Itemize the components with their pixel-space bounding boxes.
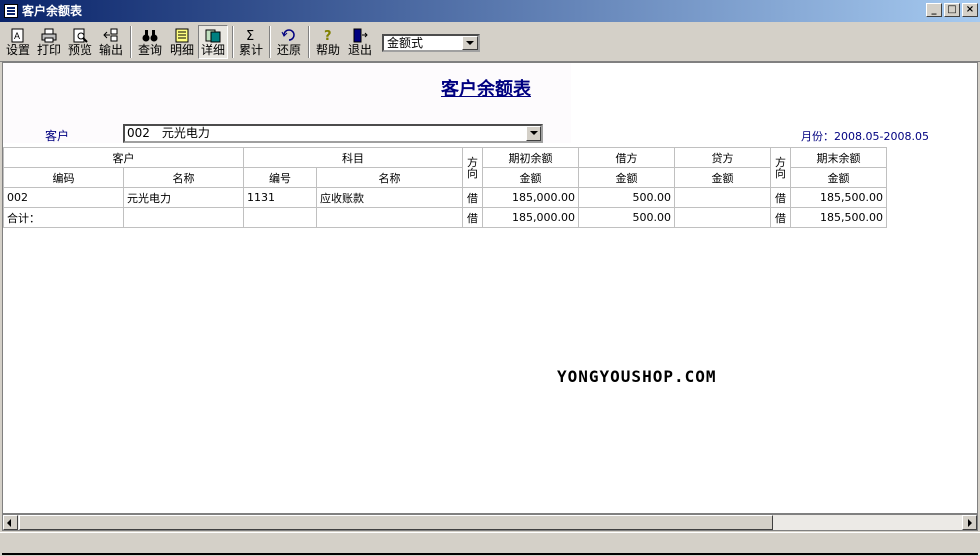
cell-opening: 185,000.00 (482, 187, 579, 208)
preview-icon (72, 28, 88, 43)
header-name: 名称 (123, 167, 244, 188)
header-direction: 方向 (462, 147, 483, 188)
toolbar: A 设置 打印 预览 输出 查询 明细 详细 Σ 累计 还原 ? 帮助 退出 (0, 22, 980, 62)
header-debit-amount: 金额 (578, 167, 675, 188)
cell-subject-name (316, 207, 463, 228)
header-opening: 期初余额 (482, 147, 579, 168)
query-button[interactable]: 查询 (135, 25, 165, 59)
minimize-button[interactable]: _ (926, 3, 942, 17)
cell-debit: 500.00 (578, 187, 675, 208)
table-total-row[interactable]: 合计： 借 185,000.00 500.00 借 185,500.00 (3, 207, 887, 228)
cell-opening: 185,000.00 (482, 207, 579, 228)
close-button[interactable]: × (962, 3, 978, 17)
header-credit-amount: 金额 (674, 167, 771, 188)
cell-direction: 借 (462, 187, 483, 208)
status-bar (0, 532, 980, 556)
svg-text:?: ? (324, 29, 332, 43)
balance-table: 客户 科目 方向 期初余额 借方 贷方 方向 期末余额 编码 名称 编号 名称 … (3, 147, 887, 228)
customer-select-value: 002 元光电力 (127, 126, 210, 140)
header-subject-code: 编号 (243, 167, 317, 188)
exit-button[interactable]: 退出 (345, 25, 375, 59)
header-direction-2: 方向 (770, 147, 791, 188)
maximize-button[interactable]: □ (944, 3, 960, 17)
format-select-value: 金额式 (387, 36, 424, 50)
export-button[interactable]: 输出 (96, 25, 126, 59)
help-button[interactable]: ? 帮助 (313, 25, 343, 59)
window-icon (4, 4, 18, 18)
restore-icon (281, 28, 297, 43)
cumulative-button[interactable]: Σ 累计 (237, 25, 265, 59)
report-title: 客户余额表 (441, 79, 531, 100)
month-range: 月份：2008.05-2008.05 (801, 130, 929, 143)
scroll-thumb[interactable] (19, 515, 773, 530)
print-button[interactable]: 打印 (34, 25, 64, 59)
format-select[interactable]: 金额式 (382, 34, 480, 52)
cell-name (123, 207, 244, 228)
restore-button[interactable]: 还原 (274, 25, 304, 59)
cell-total-label: 合计： (3, 207, 124, 228)
detail-button[interactable]: 明细 (167, 25, 197, 59)
customer-label: 客户 (45, 129, 70, 143)
chevron-down-icon[interactable] (526, 126, 541, 141)
svg-text:Σ: Σ (246, 29, 254, 43)
table-subheader-row: 编码 名称 编号 名称 金额 金额 金额 金额 (3, 167, 887, 188)
sum-icon: Σ (243, 28, 259, 44)
cell-closing: 185,500.00 (790, 187, 887, 208)
table-row[interactable]: 002 元光电力 1131 应收账款 借 185,000.00 500.00 借… (3, 187, 887, 208)
header-subject-name: 名称 (316, 167, 463, 188)
svg-text:A: A (14, 31, 20, 41)
header-opening-amount: 金额 (482, 167, 579, 188)
header-debit: 借方 (578, 147, 675, 168)
report-area: 客户余额表 客户 002 元光电力 月份：2008.05-2008.05 客户 … (2, 62, 978, 514)
cell-subject-name: 应收账款 (316, 187, 463, 208)
scroll-left-button[interactable] (3, 515, 18, 530)
settings-icon: A (10, 28, 26, 43)
header-subject: 科目 (243, 147, 463, 168)
window-title: 客户余额表 (22, 4, 83, 18)
print-icon (41, 28, 57, 43)
cell-direction-2: 借 (770, 187, 791, 208)
cell-credit (674, 187, 771, 208)
expand-detail-button[interactable]: 详细 (198, 25, 228, 59)
cell-subject-code (243, 207, 317, 228)
settings-button[interactable]: A 设置 (4, 25, 32, 59)
title-bar: 客户余额表 _ □ × (0, 0, 980, 22)
query-icon (142, 28, 158, 43)
export-icon (103, 28, 119, 43)
horizontal-scrollbar[interactable] (2, 514, 978, 531)
cell-direction-2: 借 (770, 207, 791, 228)
cell-closing: 185,500.00 (790, 207, 887, 228)
cell-name: 元光电力 (123, 187, 244, 208)
watermark-text: YONGYOUSHOP.COM (557, 367, 717, 386)
cell-direction: 借 (462, 207, 483, 228)
customer-select[interactable]: 002 元光电力 (123, 124, 543, 143)
header-credit: 贷方 (674, 147, 771, 168)
header-closing-amount: 金额 (790, 167, 887, 188)
cell-subject-code: 1131 (243, 187, 317, 208)
expand-detail-icon (205, 28, 221, 43)
table-header-row: 客户 科目 方向 期初余额 借方 贷方 方向 期末余额 (3, 147, 887, 188)
preview-button[interactable]: 预览 (66, 25, 94, 59)
cell-code: 002 (3, 187, 124, 208)
chevron-down-icon[interactable] (462, 36, 478, 50)
exit-icon (352, 28, 368, 43)
scroll-right-button[interactable] (962, 515, 977, 530)
help-icon: ? (320, 28, 336, 44)
cell-debit: 500.00 (578, 207, 675, 228)
header-code: 编码 (3, 167, 124, 188)
header-closing: 期末余额 (790, 147, 887, 168)
detail-icon (174, 28, 190, 43)
app-window: 客户余额表 _ □ × A 设置 打印 预览 输出 查询 明细 详细 Σ 累计 … (0, 0, 980, 556)
cell-credit (674, 207, 771, 228)
header-customer: 客户 (3, 147, 244, 168)
